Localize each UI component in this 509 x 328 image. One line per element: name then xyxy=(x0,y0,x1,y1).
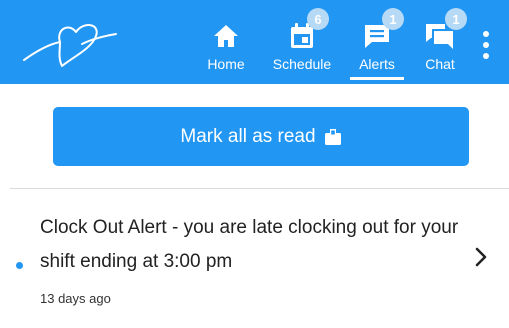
chat-icon: 1 xyxy=(425,8,467,52)
calendar-icon: 6 xyxy=(287,8,329,52)
more-vertical-icon[interactable] xyxy=(478,30,494,60)
nav-schedule[interactable]: 6 Schedule xyxy=(266,0,338,84)
alert-list-item[interactable]: Clock Out Alert - you are late clocking … xyxy=(0,189,509,328)
alert-timestamp: 13 days ago xyxy=(40,291,111,306)
nav-chat-label: Chat xyxy=(425,56,455,72)
top-navigation-bar: Home 6 Schedule 1 Alerts 1 Chat xyxy=(0,0,509,84)
nav-alerts[interactable]: 1 Alerts xyxy=(350,0,404,84)
envelope-open-icon xyxy=(324,128,341,145)
heart-logo-icon[interactable] xyxy=(20,14,120,74)
alert-message: Clock Out Alert - you are late clocking … xyxy=(40,217,459,272)
nav-home[interactable]: Home xyxy=(203,0,249,84)
home-icon xyxy=(211,20,241,52)
chat-badge: 1 xyxy=(445,8,467,30)
nav-alerts-label: Alerts xyxy=(359,56,395,72)
nav-chat[interactable]: 1 Chat xyxy=(420,0,467,84)
nav-home-label: Home xyxy=(207,56,245,72)
unread-indicator xyxy=(16,262,23,269)
mark-all-read-button[interactable]: Mark all as read xyxy=(53,107,469,166)
schedule-badge: 6 xyxy=(307,8,329,30)
alerts-message-icon: 1 xyxy=(362,8,404,52)
nav-schedule-label: Schedule xyxy=(272,56,332,72)
alerts-badge: 1 xyxy=(382,8,404,30)
mark-all-read-label: Mark all as read xyxy=(180,125,316,147)
active-tab-indicator xyxy=(350,77,404,80)
chevron-right-icon xyxy=(475,247,487,267)
